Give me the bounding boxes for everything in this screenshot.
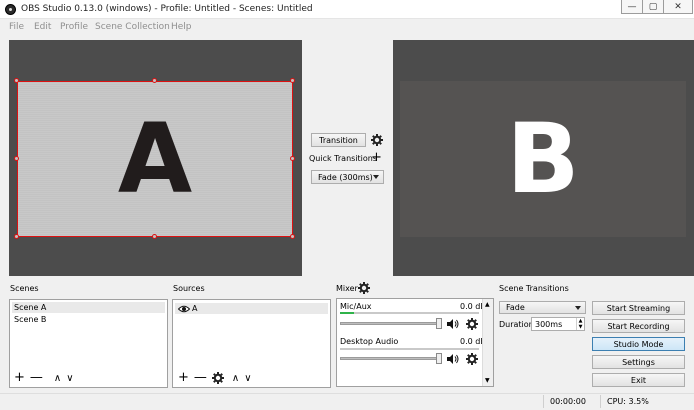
- scene-a-letter: A: [117, 103, 193, 215]
- fade-select-value: Fade (300ms): [318, 172, 373, 182]
- chevron-down-icon: [373, 175, 379, 179]
- source-name: A: [192, 304, 198, 313]
- maximize-button[interactable]: ▢: [642, 0, 664, 14]
- mic-aux-label: Mic/Aux: [340, 302, 372, 311]
- close-button[interactable]: ✕: [663, 0, 693, 14]
- duration-label: Duration: [499, 320, 534, 329]
- menu-bar: File Edit Profile Scene Collection Help: [0, 19, 694, 36]
- resize-handle[interactable]: [152, 234, 157, 239]
- transition-button[interactable]: Transition: [311, 133, 366, 147]
- spin-arrows-icon[interactable]: ▲ ▼: [576, 318, 584, 330]
- move-up-icon[interactable]: ∧: [232, 373, 239, 384]
- status-divider: [600, 395, 601, 408]
- desktop-audio-label: Desktop Audio: [340, 337, 399, 346]
- scene-transitions-label: Scene Transitions: [499, 284, 569, 293]
- mixer-scrollbar[interactable]: ▲ ▼: [482, 299, 493, 386]
- resize-handle[interactable]: [152, 78, 157, 83]
- mic-aux-volume-thumb[interactable]: [436, 318, 442, 329]
- menu-profile[interactable]: Profile: [60, 22, 88, 32]
- studio-mode-button[interactable]: Studio Mode: [592, 337, 685, 351]
- sources-label: Sources: [173, 284, 205, 293]
- resize-handle[interactable]: [290, 234, 295, 239]
- remove-source-icon[interactable]: —: [194, 371, 207, 384]
- source-properties-gear-icon[interactable]: [211, 372, 224, 384]
- scene-a-source[interactable]: A: [17, 81, 293, 237]
- exit-button[interactable]: Exit: [592, 373, 685, 387]
- desktop-audio-gear-icon[interactable]: [466, 353, 478, 365]
- status-time: 00:00:00: [550, 397, 586, 406]
- status-cpu: CPU: 3.5%: [607, 397, 649, 406]
- menu-edit[interactable]: Edit: [34, 22, 51, 32]
- eye-icon[interactable]: [177, 305, 191, 316]
- mixer-gear-icon[interactable]: [358, 282, 370, 294]
- scene-list-item[interactable]: Scene A: [12, 302, 165, 313]
- scenes-label: Scenes: [10, 284, 39, 293]
- desktop-audio-volume-slider[interactable]: [340, 357, 441, 360]
- move-up-icon[interactable]: ∧: [54, 373, 61, 384]
- add-quick-transition-icon[interactable]: +: [371, 151, 382, 164]
- speaker-icon[interactable]: [447, 319, 459, 329]
- move-down-icon[interactable]: ∨: [66, 373, 73, 384]
- maximize-icon: ▢: [648, 1, 658, 12]
- mic-aux-volume-slider[interactable]: [340, 322, 441, 325]
- mic-aux-gear-icon[interactable]: [466, 318, 478, 330]
- sources-panel: A + — ∧ ∨: [172, 299, 331, 388]
- source-list-item[interactable]: A: [175, 303, 328, 314]
- scene-b-letter: B: [506, 103, 580, 215]
- mic-aux-meter: [340, 312, 479, 314]
- scene-list-item[interactable]: Scene B: [12, 314, 165, 325]
- minimize-icon: —: [627, 1, 637, 12]
- desktop-audio-meter: [340, 348, 479, 350]
- resize-handle[interactable]: [14, 78, 19, 83]
- chevron-down-icon: [575, 305, 581, 310]
- menu-help[interactable]: Help: [171, 22, 192, 32]
- scroll-up-icon[interactable]: ▲: [485, 301, 490, 308]
- quick-transitions-label: Quick Transitions: [309, 154, 378, 163]
- duration-value: 300ms: [535, 319, 563, 329]
- move-down-icon[interactable]: ∨: [244, 373, 251, 384]
- title-bar: OBS Studio 0.13.0 (windows) - Profile: U…: [0, 0, 694, 19]
- resize-handle[interactable]: [14, 234, 19, 239]
- scene-b-source[interactable]: B: [400, 81, 686, 237]
- minimize-button[interactable]: —: [621, 0, 643, 14]
- start-recording-button[interactable]: Start Recording: [592, 319, 685, 333]
- close-icon: ✕: [674, 1, 682, 12]
- start-streaming-button[interactable]: Start Streaming: [592, 301, 685, 315]
- obs-logo-icon: [5, 4, 16, 15]
- duration-spinbox[interactable]: 300ms ▲ ▼: [531, 317, 585, 331]
- speaker-icon[interactable]: [447, 354, 459, 364]
- menu-file[interactable]: File: [9, 22, 24, 32]
- scene-transition-select[interactable]: Fade: [499, 301, 586, 314]
- remove-scene-icon[interactable]: —: [30, 371, 43, 384]
- status-divider: [543, 395, 544, 408]
- desktop-audio-volume-thumb[interactable]: [436, 353, 442, 364]
- settings-button[interactable]: Settings: [592, 355, 685, 369]
- window-title: OBS Studio 0.13.0 (windows) - Profile: U…: [21, 4, 313, 14]
- gear-icon[interactable]: [371, 134, 383, 146]
- add-scene-icon[interactable]: +: [14, 371, 25, 384]
- resize-handle[interactable]: [290, 156, 295, 161]
- resize-handle[interactable]: [290, 78, 295, 83]
- scenes-panel: Scene A Scene B + — ∧ ∨: [9, 299, 168, 388]
- scene-transition-value: Fade: [506, 303, 525, 312]
- add-source-icon[interactable]: +: [178, 371, 189, 384]
- menu-scene-collection[interactable]: Scene Collection: [95, 22, 170, 32]
- mixer-label: Mixer: [336, 284, 358, 293]
- status-bar: [0, 393, 694, 410]
- fade-transition-select[interactable]: Fade (300ms): [311, 170, 384, 184]
- resize-handle[interactable]: [14, 156, 19, 161]
- mic-aux-meter-fill: [340, 312, 354, 314]
- scroll-down-icon[interactable]: ▼: [485, 377, 490, 384]
